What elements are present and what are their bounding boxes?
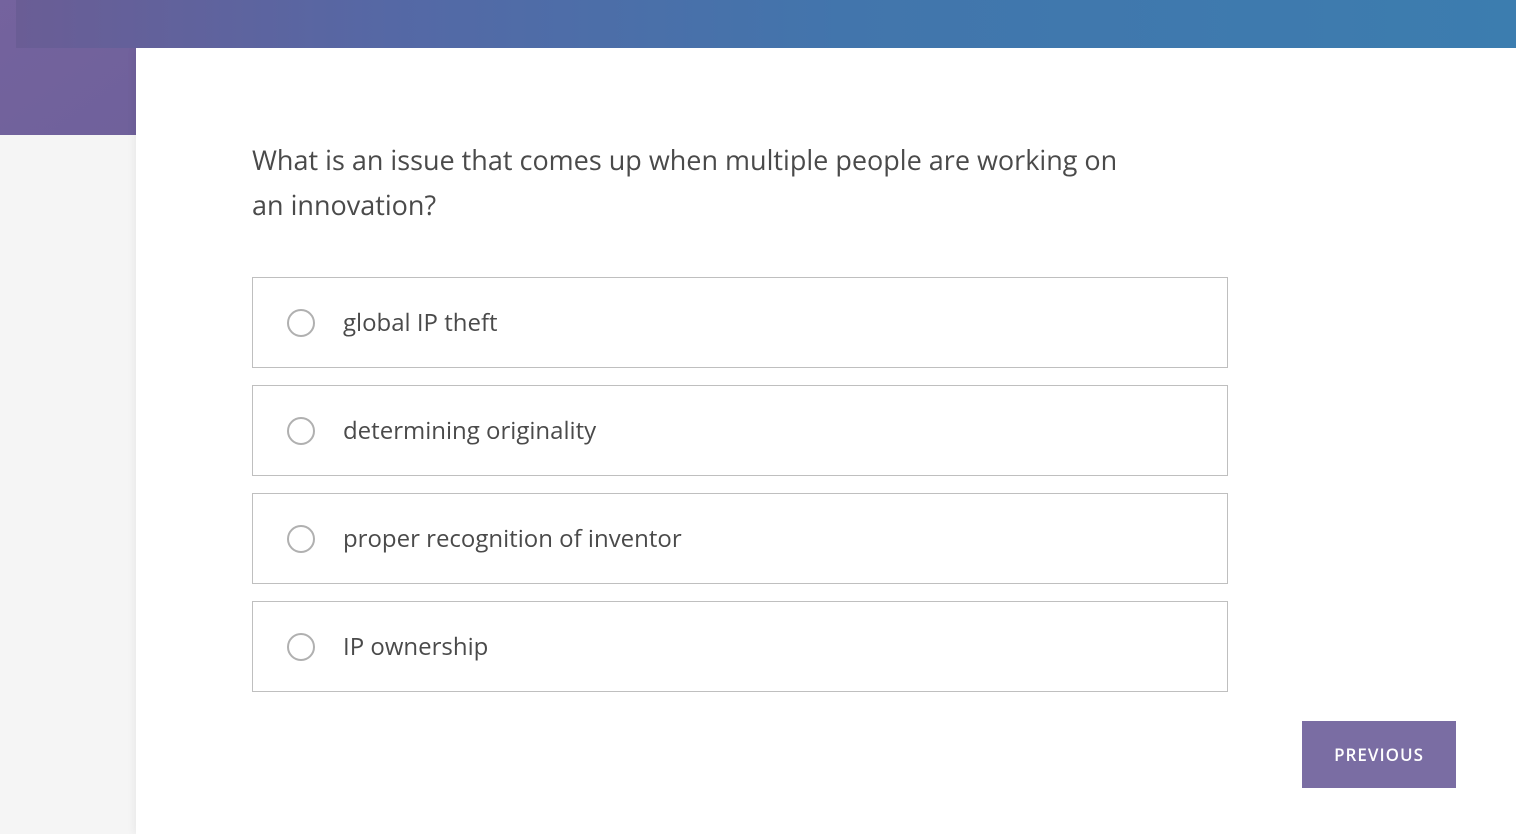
header-strip: [16, 0, 1516, 48]
option-label: global IP theft: [343, 306, 498, 339]
question-card: What is an issue that comes up when mult…: [136, 48, 1516, 834]
option-label: IP ownership: [343, 630, 488, 663]
radio-icon: [287, 525, 315, 553]
options-container: global IP theft determining originality …: [252, 277, 1228, 692]
previous-button[interactable]: PREVIOUS: [1302, 721, 1456, 788]
radio-icon: [287, 633, 315, 661]
option-1[interactable]: determining originality: [252, 385, 1228, 476]
radio-icon: [287, 417, 315, 445]
option-0[interactable]: global IP theft: [252, 277, 1228, 368]
option-label: determining originality: [343, 414, 596, 447]
option-2[interactable]: proper recognition of inventor: [252, 493, 1228, 584]
radio-icon: [287, 309, 315, 337]
option-label: proper recognition of inventor: [343, 522, 682, 555]
option-3[interactable]: IP ownership: [252, 601, 1228, 692]
previous-button-label: PREVIOUS: [1334, 743, 1424, 766]
question-text: What is an issue that comes up when mult…: [252, 138, 1152, 227]
